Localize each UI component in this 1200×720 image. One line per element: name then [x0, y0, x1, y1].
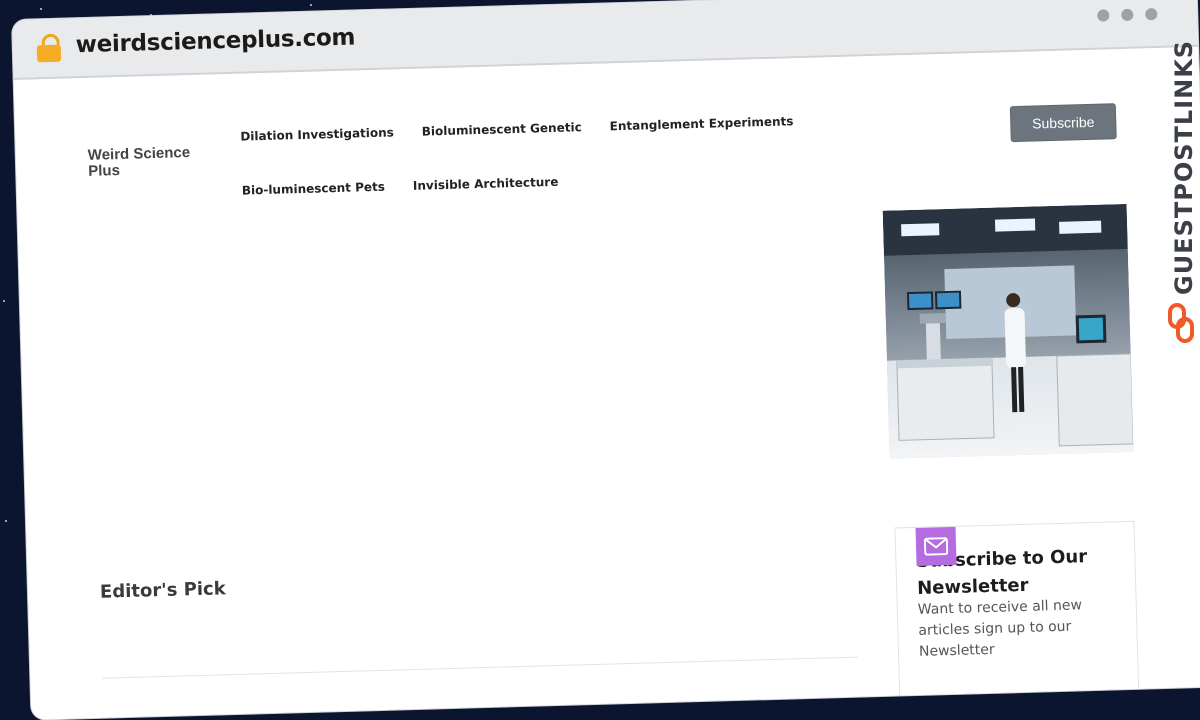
watermark-text: GUESTPOSTLINKS [1170, 39, 1198, 295]
window-controls [1097, 8, 1158, 22]
nav-item-bio-luminescent-pets[interactable]: Bio-luminescent Pets [241, 172, 385, 206]
address-bar-url[interactable]: weirdscienceplus.com [75, 24, 355, 58]
window-dot-icon[interactable] [1121, 8, 1134, 22]
lock-icon [36, 33, 63, 63]
nav-item-dilation-investigations[interactable]: Dilation Investigations [240, 117, 394, 151]
section-heading: Editor's Pick [99, 578, 226, 603]
mail-icon [915, 526, 957, 566]
browser-window: weirdscienceplus.com Weird Science Plus … [12, 0, 1200, 720]
newsletter-description: Want to receive all new articles sign up… [917, 597, 1083, 660]
hero-lab-image[interactable] [882, 203, 1134, 459]
nav-item-entanglement-experiments[interactable]: Entanglement Experiments [609, 106, 794, 141]
nav-item-bioluminescent-genetic[interactable]: Bioluminescent Genetic [421, 112, 582, 146]
main-navigation: Dilation Investigations Bioluminescent G… [240, 102, 962, 206]
window-dot-icon[interactable] [1097, 9, 1110, 22]
site-logo[interactable]: Weird Science Plus [88, 144, 219, 180]
watermark: GUESTPOSTLINKS [1160, 39, 1200, 355]
webpage: Weird Science Plus Dilation Investigatio… [13, 46, 1200, 720]
nav-item-invisible-architecture[interactable]: Invisible Architecture [412, 167, 559, 201]
window-dot-icon[interactable] [1145, 8, 1158, 21]
link-icon [1168, 303, 1194, 343]
newsletter-widget: Subscribe to Our Newsletter Want to rece… [894, 520, 1141, 720]
subscribe-button[interactable]: Subscribe [1009, 103, 1117, 143]
divider [102, 656, 859, 679]
